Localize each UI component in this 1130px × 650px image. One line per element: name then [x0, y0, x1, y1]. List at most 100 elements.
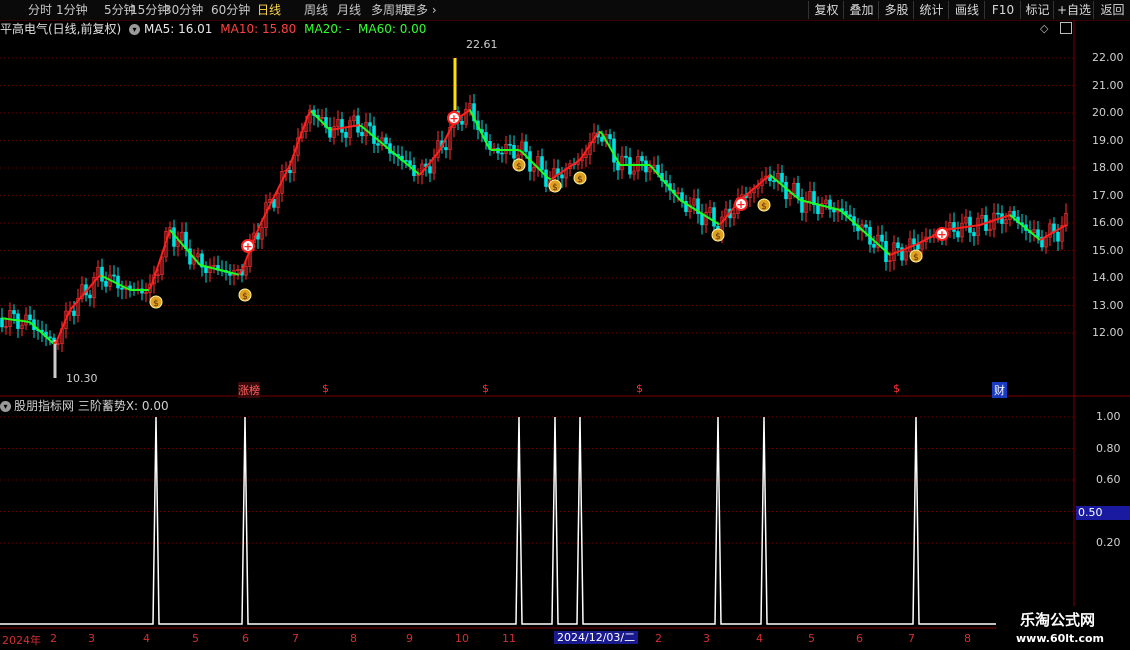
ma-segment [919, 240, 924, 244]
ma-segment [88, 283, 93, 289]
dollar-marker[interactable]: $ [482, 382, 489, 395]
month-label: 3 [88, 632, 95, 645]
ma-segment [427, 160, 432, 166]
ma-segment [898, 249, 903, 253]
ma-segment [67, 308, 72, 316]
candle-body [912, 238, 916, 245]
month-label: 8 [350, 632, 357, 645]
ma-segment [343, 126, 348, 129]
dollar-marker[interactable]: $ [322, 382, 329, 395]
ma-segment [40, 331, 45, 336]
month-label: 7 [908, 632, 915, 645]
candle-body [384, 137, 388, 144]
ma-segment [103, 276, 108, 280]
cursor-value-badge: 0.50 [1076, 506, 1130, 520]
plus-glyph: + [937, 228, 946, 241]
ma-segment [259, 218, 264, 226]
candle-body [600, 136, 604, 142]
grid-lines [0, 20, 1130, 650]
ma-segment [772, 176, 777, 181]
ma-segment [28, 321, 33, 325]
candle-body [72, 310, 76, 316]
ma-segment [112, 280, 117, 284]
month-label: 2 [50, 632, 57, 645]
ma-segment [1063, 224, 1068, 228]
ma-segment [820, 204, 825, 207]
ma-segment [244, 254, 249, 263]
kline-chart[interactable]: + + + + $ $ $ $ $ $ $ $ [0, 0, 1130, 650]
candle-body [500, 152, 504, 155]
candle-body [356, 115, 360, 133]
ma-segment [226, 270, 231, 274]
candle-body [952, 222, 956, 232]
plus-glyph: + [449, 112, 458, 125]
candle-body [288, 170, 292, 174]
bag-glyph: $ [913, 253, 919, 263]
ma-segment [223, 270, 228, 273]
bag-glyph: $ [761, 202, 767, 212]
sub-tick-label: 0.20 [1096, 536, 1121, 549]
ma-segment [991, 219, 996, 222]
window-icon[interactable] [1060, 22, 1072, 34]
ma-segment [751, 186, 756, 191]
candle-body [120, 287, 124, 290]
candle-body [28, 314, 32, 320]
candle-body [796, 182, 800, 198]
candle-body [104, 280, 108, 287]
ma-segment [583, 148, 588, 155]
ma-segment [691, 206, 696, 211]
ma-segment [724, 214, 729, 220]
candle-body [968, 216, 972, 233]
month-label: 7 [292, 632, 299, 645]
ma-segment [787, 189, 792, 194]
limit-up-marker[interactable]: 涨榜 [238, 382, 260, 398]
candle-body [996, 212, 1000, 215]
ma-segment [337, 127, 342, 130]
cursor-date-label: 2024/12/03/二 [554, 631, 639, 644]
month-label: 3 [703, 632, 710, 645]
sub-tick-label: 0.60 [1096, 473, 1121, 486]
candle-body [864, 224, 868, 228]
bag-glyph: $ [577, 175, 583, 185]
ma-segment [109, 279, 114, 283]
watermark: 乐淘公式网 www.60lt.com [996, 606, 1130, 650]
ma-segment [988, 220, 993, 223]
ma-segment [547, 177, 552, 181]
candles [0, 58, 1068, 378]
ma-segment [121, 285, 126, 289]
ma-segment [931, 234, 936, 238]
candle-body [540, 156, 544, 171]
candle-body [848, 214, 852, 217]
ma-segment [811, 202, 816, 205]
ma-segment [523, 153, 528, 158]
ma-segment [994, 218, 999, 221]
ma-segment [55, 335, 60, 344]
ma-segment [532, 162, 537, 167]
month-label: 4 [756, 632, 763, 645]
candle-body [644, 160, 648, 173]
dropdown-circle-icon[interactable]: ▾ [0, 401, 11, 412]
ma-segment [256, 224, 261, 233]
candle-body [360, 131, 364, 137]
ma-segment [535, 165, 540, 170]
dollar-marker[interactable]: $ [893, 382, 900, 395]
candle-body [12, 310, 16, 315]
finance-marker[interactable]: 财 [992, 382, 1007, 398]
ma-segment [175, 236, 180, 242]
ma-segment [403, 160, 408, 165]
candle-body [512, 145, 516, 159]
candle-body [896, 242, 900, 248]
candle-body [640, 156, 644, 162]
price-tick-label: 13.00 [1092, 298, 1124, 312]
ma-segment [220, 269, 225, 272]
ma-segment [304, 115, 309, 125]
dollar-marker[interactable]: $ [636, 382, 643, 395]
diamond-icon[interactable]: ◇ [1040, 22, 1048, 35]
ma-segment [214, 267, 219, 271]
candle-body [368, 122, 372, 127]
candle-body [444, 147, 448, 151]
bag-glyph: $ [242, 292, 248, 302]
ma-segment [352, 124, 357, 128]
candle-body [116, 275, 120, 289]
candle-body [784, 181, 788, 200]
